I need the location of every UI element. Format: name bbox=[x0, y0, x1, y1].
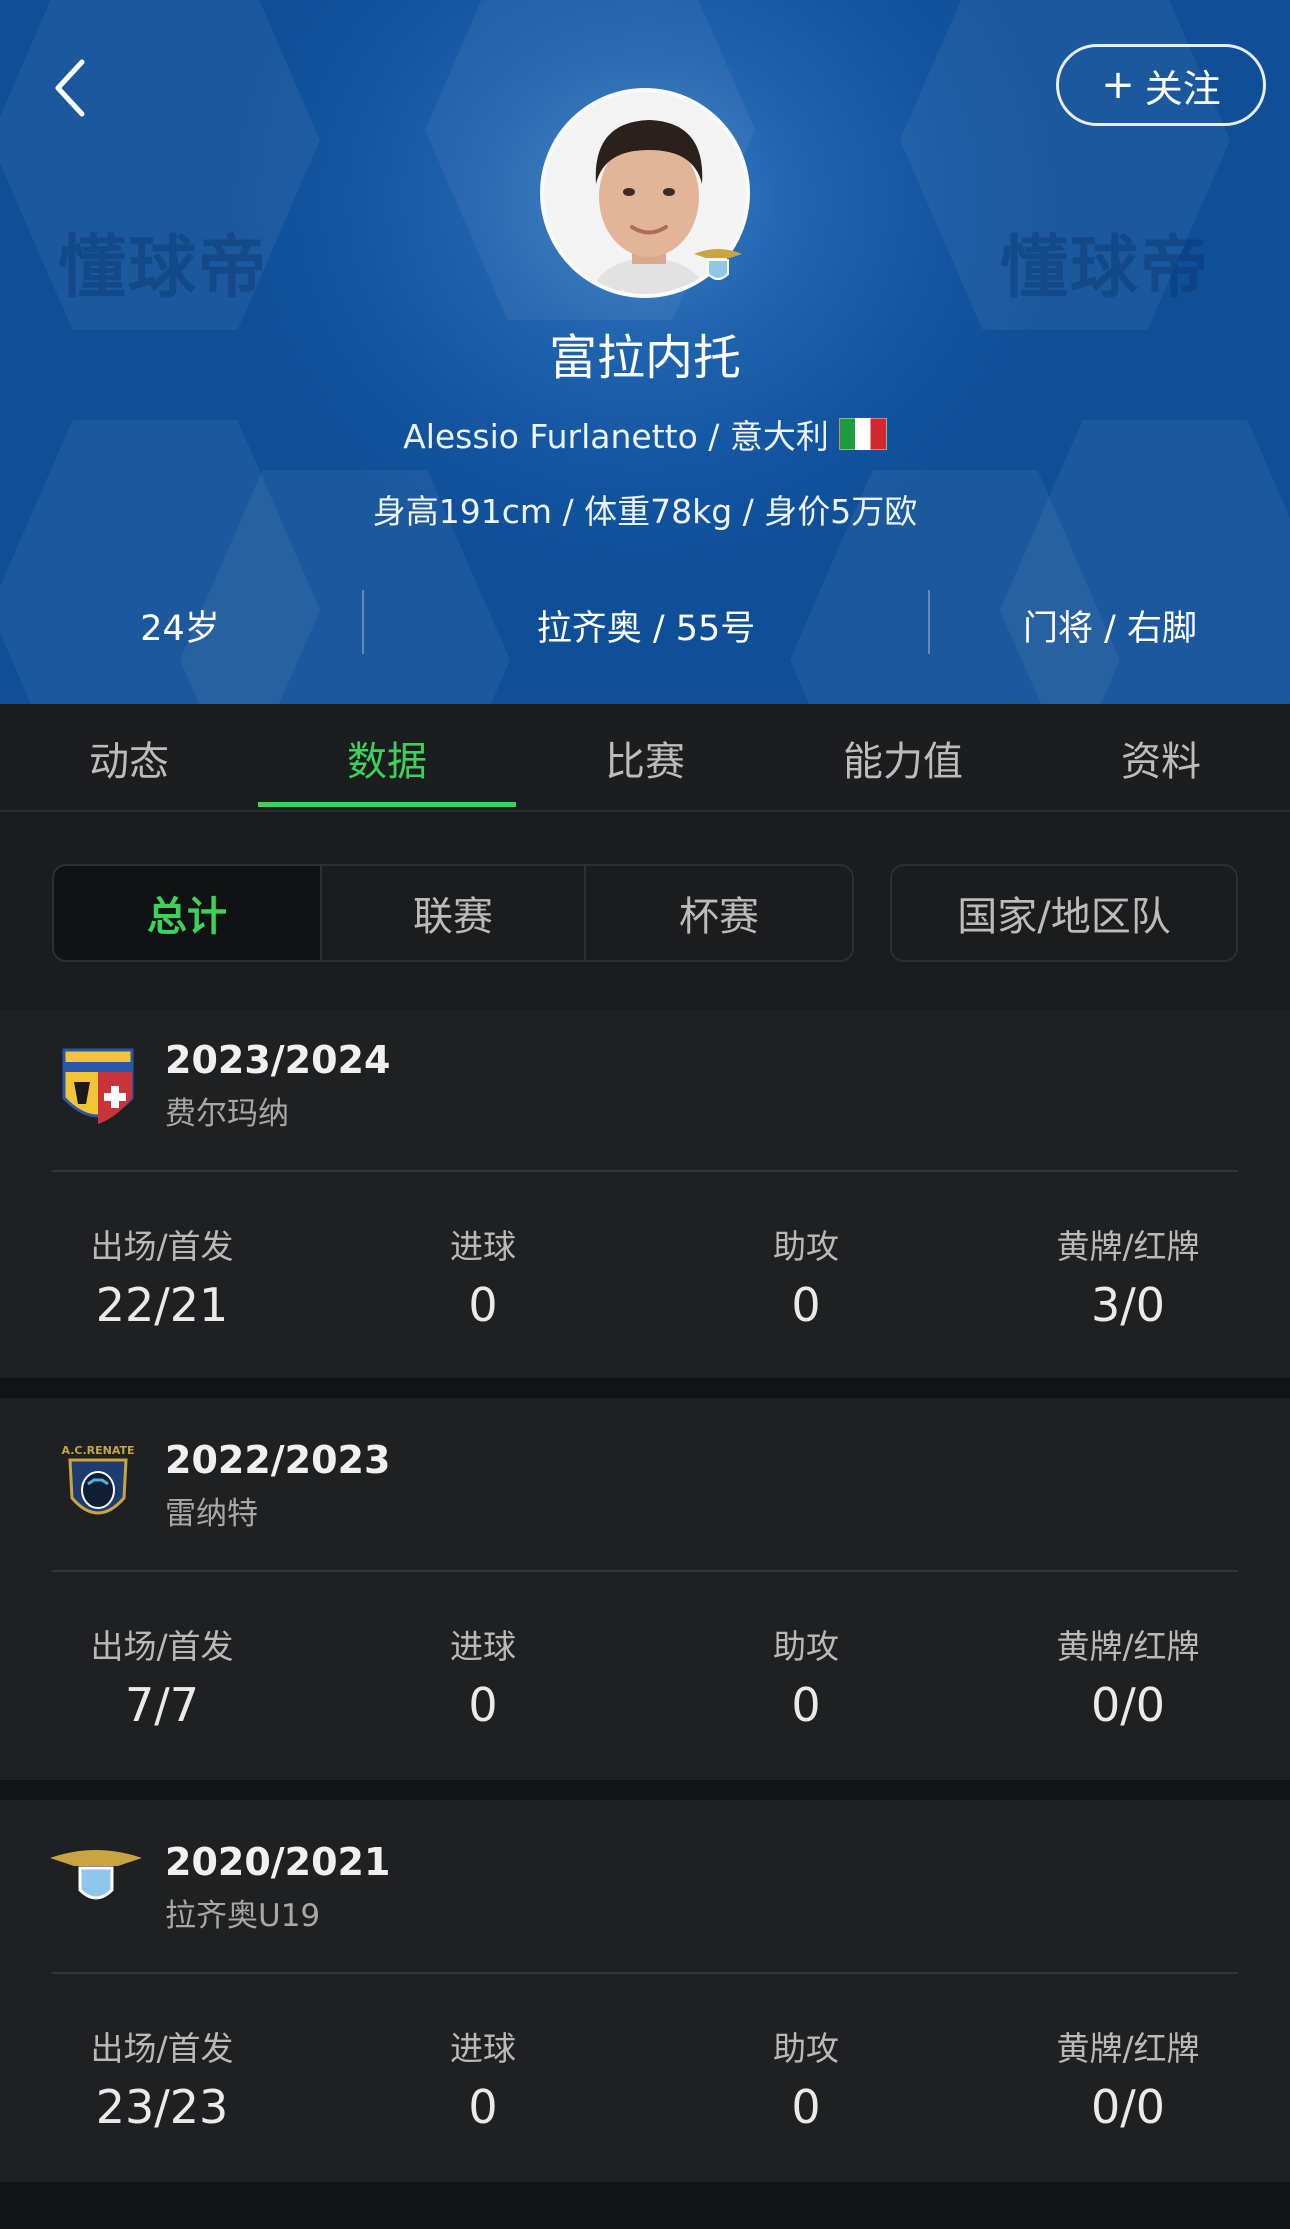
player-name: 富拉内托 bbox=[548, 330, 741, 386]
cards-label: 黄牌/红牌 bbox=[1056, 1227, 1200, 1266]
season-card[interactable]: A.C.RENATE 2022/2023 雷纳特 出场/首发 进球 助攻 黄牌/… bbox=[0, 1398, 1290, 1780]
back-arrow-icon[interactable] bbox=[50, 58, 94, 118]
svg-text:A.C.RENATE: A.C.RENATE bbox=[61, 1444, 134, 1457]
apps-label: 出场/首发 bbox=[90, 1627, 234, 1666]
fermana-badge-icon bbox=[62, 1048, 134, 1124]
cards-label: 黄牌/红牌 bbox=[1056, 1627, 1200, 1666]
season-club: 拉齐奥U19 bbox=[165, 1898, 321, 1934]
player-summary-row: 24岁 拉齐奥 / 55号 门将 / 右脚 bbox=[0, 590, 1290, 660]
tab-bar: 动态 数据 比赛 能力值 资料 bbox=[0, 704, 1290, 812]
apps-label: 出场/首发 bbox=[90, 2029, 234, 2068]
season-year: 2023/2024 bbox=[165, 1038, 391, 1082]
season-club: 费尔玛纳 bbox=[165, 1096, 289, 1132]
assists-label: 助攻 bbox=[773, 1627, 839, 1666]
player-age: 24岁 bbox=[140, 608, 220, 649]
player-position: 门将 / 右脚 bbox=[1022, 608, 1198, 649]
cards-value: 0/0 bbox=[1090, 1678, 1166, 1732]
cards-label: 黄牌/红牌 bbox=[1056, 2029, 1200, 2068]
apps-value: 22/21 bbox=[95, 1278, 229, 1332]
renate-badge-icon: A.C.RENATE bbox=[61, 1444, 135, 1515]
goals-value: 0 bbox=[468, 2080, 498, 2134]
watermark-logo: 懂球帝 bbox=[58, 229, 269, 308]
player-physical-info: 身高191cm / 体重78kg / 身价5万欧 bbox=[372, 492, 918, 531]
filter-league[interactable]: 联赛 bbox=[320, 864, 586, 962]
assists-value: 0 bbox=[791, 2080, 821, 2134]
player-english-name: Alessio Furlanetto / 意大利 bbox=[403, 417, 829, 456]
season-card[interactable]: 2020/2021 拉齐奥U19 出场/首发 进球 助攻 黄牌/红牌 23/23… bbox=[0, 1800, 1290, 2182]
card-gap bbox=[0, 1378, 1290, 1398]
cards-value: 0/0 bbox=[1090, 2080, 1166, 2134]
season-club: 雷纳特 bbox=[165, 1496, 258, 1532]
season-year: 2022/2023 bbox=[165, 1438, 391, 1482]
watermark-logo: 懂球帝 bbox=[1000, 229, 1211, 308]
cards-value: 3/0 bbox=[1090, 1278, 1166, 1332]
tab-stats[interactable]: 数据 bbox=[258, 704, 516, 812]
lazio-badge-icon bbox=[50, 1850, 142, 1900]
apps-value: 7/7 bbox=[124, 1678, 200, 1732]
assists-value: 0 bbox=[791, 1278, 821, 1332]
tab-feed[interactable]: 动态 bbox=[0, 704, 258, 812]
bottom-bar bbox=[0, 2182, 1290, 2229]
tab-matches[interactable]: 比赛 bbox=[516, 704, 774, 812]
plus-icon: + bbox=[1101, 62, 1135, 108]
apps-value: 23/23 bbox=[95, 2080, 229, 2134]
assists-value: 0 bbox=[791, 1678, 821, 1732]
apps-label: 出场/首发 bbox=[90, 1227, 234, 1266]
follow-label: 关注 bbox=[1144, 66, 1221, 111]
lazio-badge-icon bbox=[694, 249, 742, 280]
card-divider bbox=[52, 1170, 1238, 1172]
player-subtitle: Alessio Furlanetto / 意大利 bbox=[0, 410, 1290, 458]
card-divider bbox=[52, 1972, 1238, 1974]
assists-label: 助攻 bbox=[773, 2029, 839, 2068]
assists-label: 助攻 bbox=[773, 1227, 839, 1266]
active-tab-indicator bbox=[258, 802, 516, 807]
filter-total[interactable]: 总计 bbox=[52, 864, 322, 962]
goals-label: 进球 bbox=[450, 2029, 516, 2068]
tab-profile[interactable]: 资料 bbox=[1032, 704, 1290, 812]
tab-ability[interactable]: 能力值 bbox=[774, 704, 1032, 812]
goals-value: 0 bbox=[468, 1278, 498, 1332]
goals-value: 0 bbox=[468, 1678, 498, 1732]
player-header: 懂球帝 懂球帝 + 关注 富拉内托 Alessio Furlanetto / 意… bbox=[0, 0, 1290, 704]
italy-flag-icon bbox=[838, 418, 887, 450]
follow-button[interactable]: + 关注 bbox=[1056, 44, 1266, 126]
filter-national-team[interactable]: 国家/地区队 bbox=[890, 864, 1238, 962]
player-club-number: 拉齐奥 / 55号 bbox=[536, 608, 756, 649]
filter-cup[interactable]: 杯赛 bbox=[584, 864, 854, 962]
goals-label: 进球 bbox=[450, 1627, 516, 1666]
card-gap bbox=[0, 1780, 1290, 1800]
season-card[interactable]: 2023/2024 费尔玛纳 出场/首发 进球 助攻 黄牌/红牌 22/21 0… bbox=[0, 1010, 1290, 1378]
goals-label: 进球 bbox=[450, 1227, 516, 1266]
card-divider bbox=[52, 1570, 1238, 1572]
season-year: 2020/2021 bbox=[165, 1840, 391, 1884]
